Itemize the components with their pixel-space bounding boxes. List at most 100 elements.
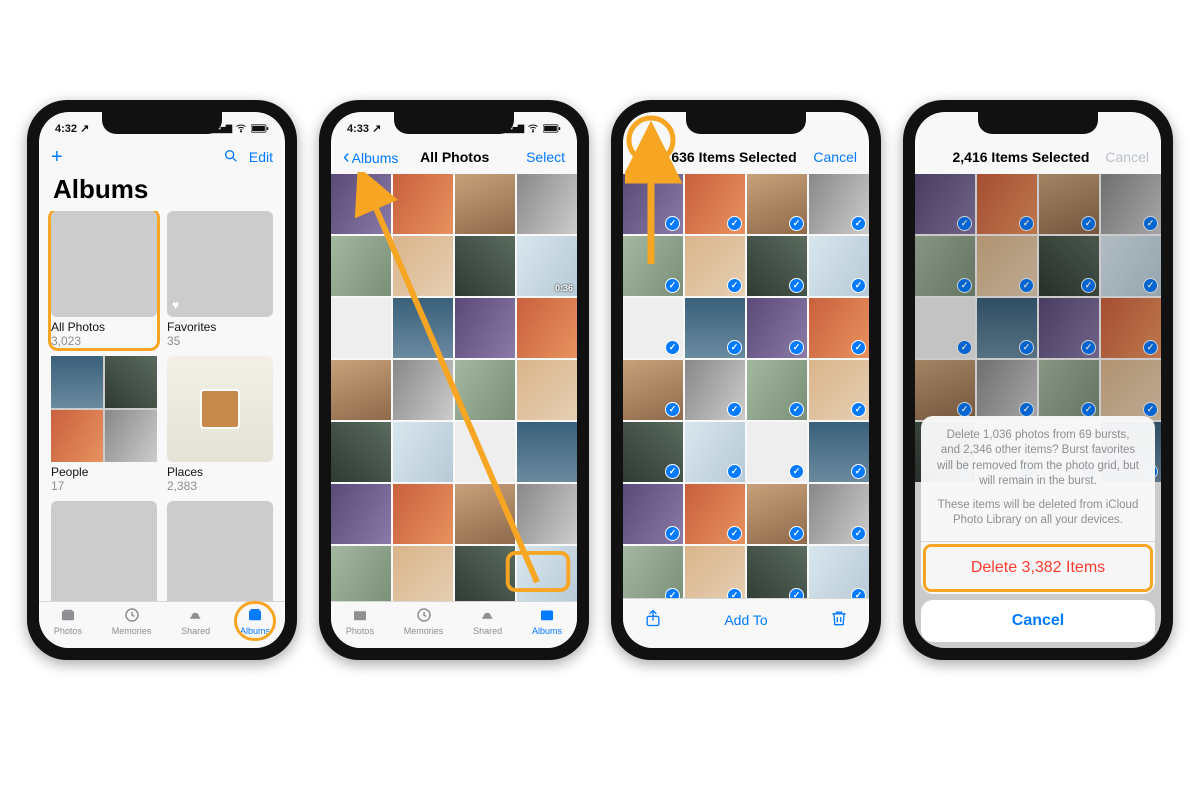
photo-cell[interactable]	[517, 174, 577, 234]
photo-cell[interactable]	[455, 484, 515, 544]
photo-cell[interactable]	[517, 484, 577, 544]
photo-cell[interactable]	[747, 546, 807, 598]
album-count: 3,023	[51, 334, 157, 348]
photo-cell[interactable]	[685, 422, 745, 482]
photo-cell[interactable]	[623, 422, 683, 482]
photo-cell[interactable]	[809, 360, 869, 420]
photo-cell[interactable]	[623, 360, 683, 420]
tab-shared[interactable]: Shared	[181, 606, 210, 636]
photo-cell[interactable]	[455, 174, 515, 234]
photo-cell[interactable]	[331, 236, 391, 296]
tab-memories[interactable]: Memories	[404, 606, 444, 636]
checkmark-icon	[789, 526, 804, 541]
photo-cell[interactable]	[455, 546, 515, 601]
selection-toolbar: Add To	[623, 598, 869, 648]
photo-cell[interactable]: 0:36	[517, 236, 577, 296]
photo-cell[interactable]	[623, 236, 683, 296]
photo-cell[interactable]	[809, 422, 869, 482]
photo-cell[interactable]	[455, 236, 515, 296]
cancel-button[interactable]: Cancel	[813, 149, 857, 165]
photo-cell[interactable]	[809, 546, 869, 598]
phone-2-grid: 4:33 ↗ Albums All Photos Select 0:36 Pho…	[319, 100, 589, 660]
checkmark-icon	[727, 464, 742, 479]
photo-cell[interactable]	[747, 298, 807, 358]
photo-cell[interactable]	[747, 236, 807, 296]
photo-cell[interactable]	[685, 174, 745, 234]
battery-icon	[543, 124, 561, 133]
album-people[interactable]: People 17	[51, 356, 157, 493]
photo-cell[interactable]	[393, 484, 453, 544]
photo-cell[interactable]	[685, 546, 745, 598]
photo-cell[interactable]	[393, 422, 453, 482]
photo-cell[interactable]	[685, 360, 745, 420]
photo-cell[interactable]	[809, 236, 869, 296]
tab-memories[interactable]: Memories	[112, 606, 152, 636]
photo-cell[interactable]	[685, 298, 745, 358]
photo-cell[interactable]	[517, 546, 577, 601]
photo-cell[interactable]	[747, 484, 807, 544]
photo-cell[interactable]	[747, 174, 807, 234]
phone-3-selected: 636 Items Selected Cancel Add To	[611, 100, 881, 660]
tab-photos[interactable]: Photos	[54, 606, 82, 636]
photo-cell[interactable]	[331, 298, 391, 358]
photo-cell[interactable]	[331, 360, 391, 420]
photo-cell[interactable]	[517, 360, 577, 420]
photo-cell[interactable]	[623, 174, 683, 234]
album-title: Favorites	[167, 320, 273, 334]
sheet-cancel-button[interactable]: Cancel	[921, 600, 1155, 642]
photo-cell[interactable]	[331, 484, 391, 544]
photo-cell[interactable]	[517, 422, 577, 482]
photo-cell[interactable]	[685, 236, 745, 296]
photo-cell[interactable]	[517, 298, 577, 358]
photo-cell[interactable]	[455, 422, 515, 482]
trash-button[interactable]	[829, 607, 849, 632]
phone-4-delete-sheet: 2,416 Items Selected Cancel Delete 1,036…	[903, 100, 1173, 660]
photo-cell[interactable]	[331, 422, 391, 482]
photo-cell[interactable]	[623, 546, 683, 598]
phone-1-albums: 4:32 ↗ + Edit Albums All Photos	[27, 100, 297, 660]
photo-cell[interactable]	[331, 174, 391, 234]
checkmark-icon	[727, 588, 742, 598]
delete-items-button[interactable]: Delete 3,382 Items	[923, 544, 1153, 592]
search-button[interactable]	[223, 148, 239, 167]
album-item[interactable]	[167, 501, 273, 601]
photo-cell[interactable]	[393, 174, 453, 234]
add-album-button[interactable]: +	[51, 146, 63, 169]
checkmark-icon	[851, 588, 866, 598]
album-item[interactable]	[51, 501, 157, 601]
back-button[interactable]: Albums	[343, 146, 398, 169]
album-all-photos[interactable]: All Photos 3,023	[51, 211, 157, 348]
photo-cell[interactable]	[331, 546, 391, 601]
tab-photos[interactable]: Photos	[346, 606, 374, 636]
share-button[interactable]	[643, 607, 663, 632]
photo-grid-selected[interactable]	[623, 174, 869, 598]
photo-cell[interactable]	[623, 298, 683, 358]
select-button[interactable]: Select	[526, 149, 565, 165]
photo-cell[interactable]	[393, 546, 453, 601]
checkmark-icon	[789, 340, 804, 355]
photo-cell[interactable]	[393, 298, 453, 358]
photo-cell[interactable]	[455, 360, 515, 420]
page-title: Albums	[39, 174, 285, 211]
album-places[interactable]: Places 2,383	[167, 356, 273, 493]
album-title: All Photos	[51, 320, 157, 334]
add-to-button[interactable]: Add To	[724, 612, 767, 628]
photo-cell[interactable]	[393, 360, 453, 420]
photo-grid[interactable]: 0:36	[331, 174, 577, 601]
photo-cell[interactable]	[809, 174, 869, 234]
tab-shared[interactable]: Shared	[473, 606, 502, 636]
photo-cell[interactable]	[747, 360, 807, 420]
photo-cell[interactable]	[623, 484, 683, 544]
nav-bar: Albums All Photos Select	[331, 140, 577, 174]
tab-albums[interactable]: Albums	[240, 606, 270, 636]
photo-cell[interactable]	[685, 484, 745, 544]
tab-albums[interactable]: Albums	[532, 606, 562, 636]
photo-cell[interactable]	[809, 298, 869, 358]
photo-cell[interactable]	[747, 422, 807, 482]
album-favorites[interactable]: ♥ Favorites 35	[167, 211, 273, 348]
edit-button[interactable]: Edit	[249, 149, 273, 165]
nav-title: All Photos	[398, 149, 511, 165]
photo-cell[interactable]	[809, 484, 869, 544]
photo-cell[interactable]	[455, 298, 515, 358]
photo-cell[interactable]	[393, 236, 453, 296]
